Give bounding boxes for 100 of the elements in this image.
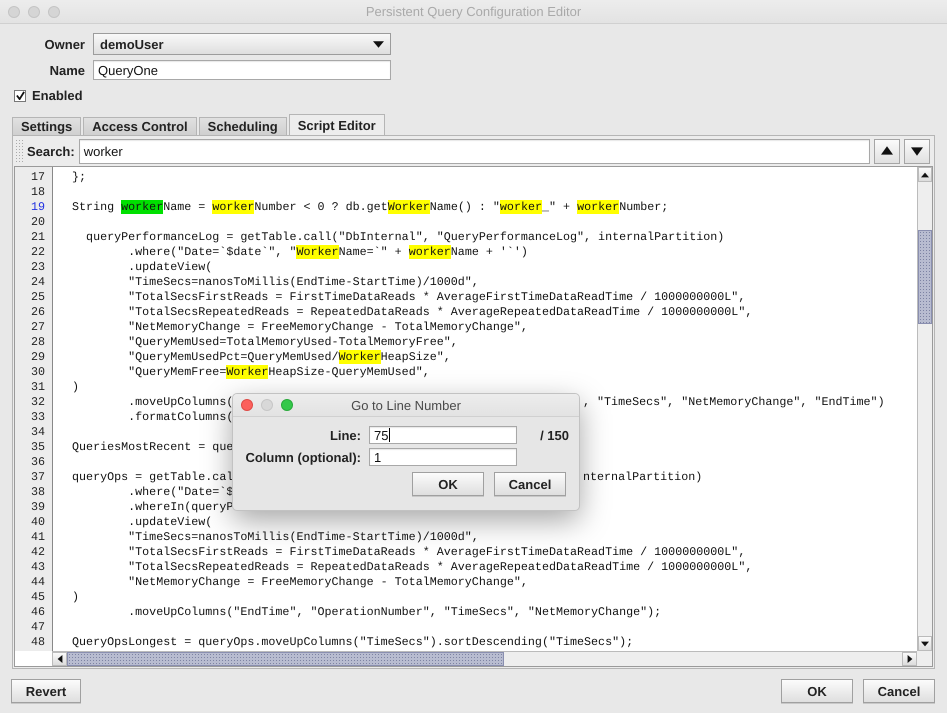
- code-line: .moveUpColumns("EndTime", "OperationNumber", "TimeSecs", "NetMemoryChange");: [127, 605, 662, 620]
- line-number: 22: [30, 245, 45, 260]
- scroll-thumb[interactable]: [67, 652, 504, 666]
- line-number: 45: [30, 590, 45, 605]
- code-line: , "TimeSecs", "NetMemoryChange", "EndTime"): [583, 395, 885, 410]
- code-line: "TimeSecs=nanosToMillis(EndTime-StartTime)/1000d",: [127, 275, 479, 290]
- cancel-button[interactable]: Cancel: [494, 472, 566, 496]
- line-number: 18: [30, 185, 45, 200]
- search-match-highlight: worker: [212, 200, 254, 214]
- tab[interactable]: Access Control: [83, 117, 197, 135]
- search-match-highlight: worker: [500, 200, 542, 214]
- up-arrow-icon: [881, 145, 893, 157]
- minimize-button[interactable]: [261, 399, 273, 411]
- up-arrow-icon: [921, 170, 929, 178]
- line-number: 34: [30, 425, 45, 440]
- tab[interactable]: Script Editor: [288, 114, 385, 135]
- code-line: ): [71, 380, 80, 395]
- line-field[interactable]: 75: [369, 426, 517, 444]
- next-match-button[interactable]: [904, 138, 930, 164]
- search-match-highlight: Worker: [226, 365, 268, 379]
- line-number: 24: [30, 275, 45, 290]
- field-label: Owner: [44, 36, 85, 52]
- line-number: 46: [30, 605, 45, 620]
- name-field[interactable]: QueryOne: [93, 60, 391, 80]
- code-line: ): [71, 590, 80, 605]
- line-number: 43: [30, 560, 45, 575]
- code-line: "TotalSecsFirstReads = FirstTimeDataReads * AverageFirstTimeDataReadTime / 1000000000L",: [127, 290, 746, 305]
- line-number: 25: [30, 290, 45, 305]
- line-number: 30: [30, 365, 45, 380]
- code-line: .whereIn(queryP: [127, 500, 234, 515]
- search-match-highlight: worker: [408, 245, 451, 259]
- line-number: 21: [30, 230, 45, 245]
- code-line: "NetMemoryChange = FreeMemoryChange - TotalMemoryChange",: [127, 320, 528, 335]
- revert-button[interactable]: Revert: [11, 679, 81, 703]
- code-line: "NetMemoryChange = FreeMemoryChange - TotalMemoryChange",: [127, 575, 528, 590]
- code-line: };: [71, 170, 86, 185]
- close-button[interactable]: [8, 6, 20, 18]
- zoom-button[interactable]: [48, 6, 60, 18]
- line-number: 28: [30, 335, 45, 350]
- tab[interactable]: Settings: [12, 117, 82, 135]
- code-line: .where("Date=`$: [127, 485, 234, 500]
- search-label: Search:: [27, 144, 75, 158]
- field-label: Column (optional):: [244, 450, 361, 464]
- line-number: 29: [30, 350, 45, 365]
- code-line: queryPerformanceLog = getTable.call("DbInternal", "QueryPerformanceLog", internalPartition): [85, 230, 724, 245]
- line-number: 40: [30, 515, 45, 530]
- cancel-button[interactable]: Cancel: [863, 679, 935, 703]
- enabled-checkbox[interactable]: [14, 90, 26, 102]
- tab[interactable]: Scheduling: [198, 117, 287, 135]
- right-arrow-icon: [906, 655, 914, 663]
- code-line: .formatColumns(: [127, 410, 234, 425]
- line-number: 23: [30, 260, 45, 275]
- checkbox-label: Enabled: [32, 88, 83, 103]
- line-number: 19: [30, 200, 45, 215]
- owner-dropdown[interactable]: demoUser: [93, 33, 391, 55]
- caret-icon: [373, 38, 384, 50]
- line-total: / 150: [539, 428, 569, 442]
- window-title: Persistent Query Configuration Editor: [364, 4, 582, 19]
- code-line: "TotalSecsFirstReads = FirstTimeDataReads * AverageFirstTimeDataReadTime / 1000000000L",: [127, 545, 746, 560]
- code-line: "TotalSecsRepeatedReads = RepeatedDataReads * AverageRepeatedDataReadTime / 1000000000L",: [127, 560, 752, 575]
- search-field[interactable]: worker: [78, 138, 870, 164]
- close-button[interactable]: [241, 399, 253, 411]
- minimize-button[interactable]: [28, 6, 40, 18]
- line-number: 32: [30, 395, 45, 410]
- search-match-highlight: worker: [577, 200, 620, 214]
- code-line: "TimeSecs=nanosToMillis(EndTime-StartTime)/1000d",: [127, 530, 479, 545]
- left-arrow-icon: [56, 655, 64, 663]
- line-number: 35: [30, 440, 45, 455]
- line-number: 31: [30, 380, 45, 395]
- code-line: QueryOpsLongest = queryOps.moveUpColumns("TimeSecs").sortDescending("TimeSecs");: [71, 635, 634, 650]
- code-line: "TotalSecsRepeatedReads = RepeatedDataReads * AverageRepeatedDataReadTime / 1000000000L",: [127, 305, 752, 320]
- line-number: 27: [30, 320, 45, 335]
- field-label: Line:: [328, 428, 361, 442]
- ok-button[interactable]: OK: [412, 472, 484, 496]
- code-line: "QueryMemUsed=TotalMemoryUsed-TotalMemoryFree",: [127, 335, 458, 350]
- scroll-thumb[interactable]: [918, 230, 932, 324]
- horizontal-scrollbar[interactable]: [52, 651, 917, 666]
- line-number: 44: [30, 575, 45, 590]
- line-number: 38: [30, 485, 45, 500]
- code-line: .updateView(: [127, 515, 212, 530]
- column-field[interactable]: 1: [369, 448, 517, 466]
- line-number: 37: [30, 470, 45, 485]
- line-number: 47: [30, 620, 45, 635]
- line-number: 42: [30, 545, 45, 560]
- field-label: Name: [48, 62, 85, 78]
- code-line: "QueryMemFree=WorkerHeapSize-QueryMemUsed",: [127, 365, 430, 380]
- line-number: 20: [30, 215, 45, 230]
- line-number: 41: [30, 530, 45, 545]
- code-line: nternalPartition): [583, 470, 702, 485]
- previous-match-button[interactable]: [874, 138, 900, 164]
- toolbar-grip[interactable]: [15, 139, 23, 163]
- vertical-scrollbar[interactable]: [917, 167, 932, 651]
- line-number: 17: [30, 170, 45, 185]
- zoom-button[interactable]: [281, 399, 293, 411]
- ok-button[interactable]: OK: [781, 679, 853, 703]
- code-line: QueriesMostRecent = que: [71, 440, 234, 455]
- line-number: 48: [30, 635, 45, 650]
- down-arrow-icon: [911, 145, 923, 157]
- line-number: 33: [30, 410, 45, 425]
- down-arrow-icon: [921, 640, 929, 648]
